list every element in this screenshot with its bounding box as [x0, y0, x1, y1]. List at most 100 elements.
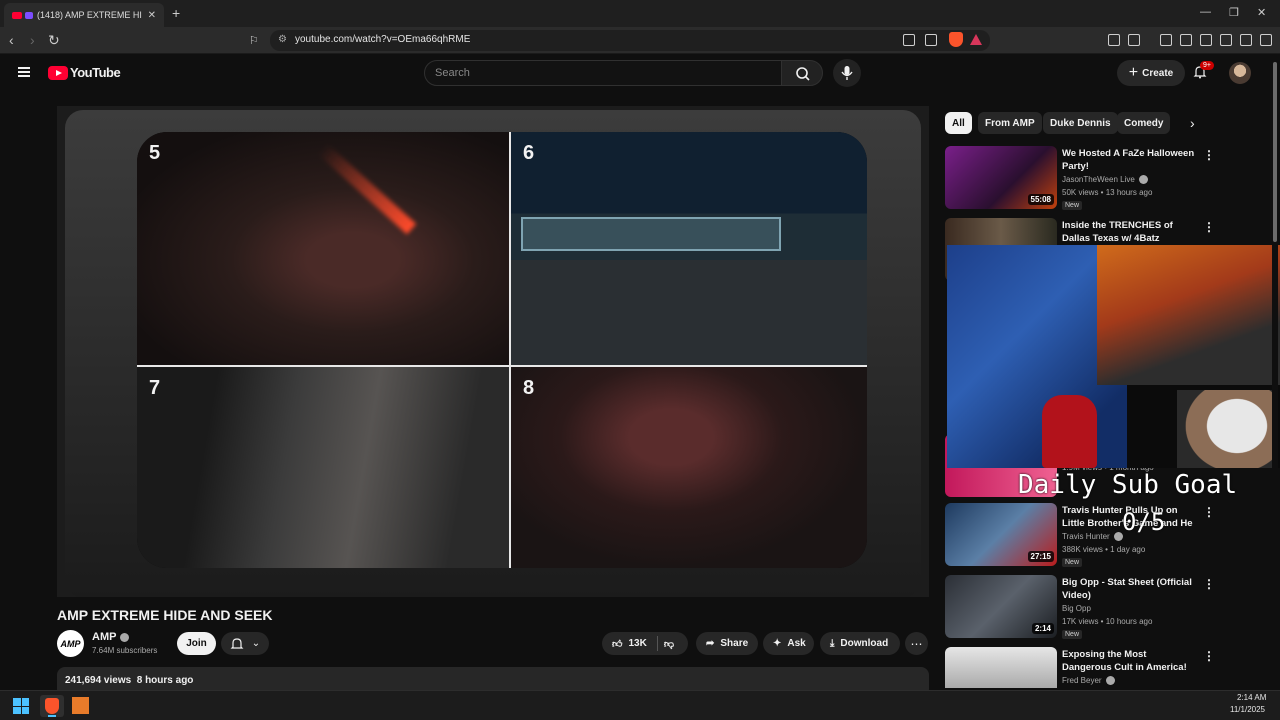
- thumbs-up-icon[interactable]: 👍︎: [612, 638, 622, 650]
- chip-all[interactable]: All: [945, 112, 972, 134]
- recommended-channel[interactable]: Fred Beyer: [1062, 676, 1115, 686]
- site-info-icon[interactable]: ⚙: [278, 34, 287, 45]
- tab-title: (1418) AMP EXTREME HIDE A: [37, 10, 142, 20]
- kebab-menu-icon[interactable]: ⋮: [1203, 505, 1215, 519]
- video-thumbnail[interactable]: 27:15: [945, 503, 1057, 566]
- reload-icon[interactable]: ↻: [48, 32, 60, 49]
- youtube-logo[interactable]: YouTube: [48, 65, 121, 80]
- share-page-icon[interactable]: [925, 34, 937, 46]
- microphone-icon: [841, 66, 853, 80]
- chevron-right-icon[interactable]: ›: [1190, 115, 1195, 131]
- chip-comedy[interactable]: Comedy: [1117, 112, 1171, 134]
- like-dislike-group[interactable]: 👍︎ 13K 👎︎: [602, 632, 688, 655]
- channel-name[interactable]: AMP: [92, 631, 130, 643]
- browser-tab[interactable]: (1418) AMP EXTREME HIDE A ✕: [4, 3, 164, 27]
- taskbar-app-icon[interactable]: [72, 697, 89, 714]
- overlay-artwork: [1097, 245, 1280, 385]
- window-close-button[interactable]: ✕: [1257, 6, 1266, 19]
- recommended-channel-text[interactable]: Travis Hunter: [1062, 532, 1110, 541]
- subscribed-notifications-button[interactable]: ⌄: [221, 632, 269, 655]
- plus-icon: +: [1128, 64, 1139, 81]
- video-thumbnail[interactable]: [945, 647, 1057, 688]
- recommended-channel[interactable]: JasonTheWeen Live: [1062, 175, 1148, 185]
- clock-date[interactable]: 11/1/2025: [1230, 705, 1265, 714]
- recommended-channel[interactable]: Travis Hunter: [1062, 532, 1123, 542]
- recommended-video[interactable]: 55:08 We Hosted A FaZe Halloween Party! …: [945, 146, 1265, 210]
- video-title: AMP EXTREME HIDE AND SEEK: [57, 607, 273, 623]
- bookmark-icon[interactable]: ⚐: [249, 34, 259, 47]
- create-button[interactable]: + Create: [1117, 60, 1185, 86]
- screenshot-icon[interactable]: [1128, 34, 1140, 46]
- download-button[interactable]: ⤓ Download: [820, 632, 900, 655]
- more-actions-button[interactable]: ⋯: [905, 632, 928, 655]
- video-thumbnail[interactable]: 55:08: [945, 146, 1057, 209]
- new-tab-button[interactable]: +: [172, 5, 180, 21]
- search-box[interactable]: [424, 60, 782, 86]
- cast-icon[interactable]: [903, 34, 915, 46]
- kebab-menu-icon[interactable]: ⋮: [1203, 148, 1215, 162]
- recommended-title[interactable]: Big Opp - Stat Sheet (Official Video): [1062, 576, 1196, 602]
- address-bar[interactable]: ⚙ youtube.com/watch?v=OEma66qhRME: [270, 30, 990, 51]
- recommended-title[interactable]: Exposing the Most Dangerous Cult in Amer…: [1062, 648, 1196, 674]
- recommended-video[interactable]: 2:14 Big Opp - Stat Sheet (Official Vide…: [945, 575, 1265, 639]
- like-count[interactable]: 13K: [628, 638, 646, 649]
- search-input[interactable]: [425, 61, 781, 85]
- account-avatar[interactable]: [1229, 62, 1251, 84]
- sidebar-icon[interactable]: [1180, 34, 1192, 46]
- youtube-favicon-icon: [12, 11, 22, 19]
- youtube-logo-text: YouTube: [70, 65, 121, 80]
- video-duration: 2:14: [1031, 623, 1054, 634]
- minimize-button[interactable]: —: [1200, 6, 1211, 18]
- recommended-video[interactable]: 27:15 Travis Hunter Pulls Up on Little B…: [945, 503, 1265, 567]
- channel-name-text[interactable]: AMP: [92, 631, 116, 643]
- recommended-title[interactable]: Inside the TRENCHES of Dallas Texas w/ 4…: [1062, 219, 1196, 245]
- share-button[interactable]: ➦ Share: [696, 632, 758, 655]
- share-label: Share: [720, 638, 749, 649]
- active-indicator: [48, 715, 56, 717]
- youtube-play-icon: [48, 65, 68, 80]
- url-text[interactable]: youtube.com/watch?v=OEma66qhRME: [295, 34, 470, 45]
- hamburger-menu-icon[interactable]: [18, 67, 30, 77]
- video-thumbnail[interactable]: 2:14: [945, 575, 1057, 638]
- sparkle-icon: ✦: [773, 638, 782, 649]
- media-icon[interactable]: [1160, 34, 1172, 46]
- verified-icon: [1105, 676, 1115, 686]
- camera-feed: 7: [137, 367, 509, 568]
- chip-from-amp[interactable]: From AMP: [978, 112, 1042, 134]
- extensions-icon[interactable]: [1108, 34, 1120, 46]
- brave-rewards-icon[interactable]: [970, 34, 982, 45]
- search-button[interactable]: [781, 60, 823, 86]
- forward-icon[interactable]: ›: [30, 32, 35, 48]
- recommended-video[interactable]: Exposing the Most Dangerous Cult in Amer…: [945, 647, 1265, 688]
- back-icon[interactable]: ‹: [9, 32, 14, 48]
- chip-duke-dennis[interactable]: Duke Dennis: [1043, 112, 1118, 134]
- tab-close-icon[interactable]: ✕: [148, 10, 156, 21]
- video-player[interactable]: 5 6 7 8: [57, 106, 929, 597]
- restore-button[interactable]: ❐: [1229, 6, 1239, 19]
- ask-button[interactable]: ✦ Ask: [763, 632, 814, 655]
- clock-time[interactable]: 2:14 AM: [1237, 693, 1266, 702]
- thumbs-down-icon[interactable]: 👎︎: [664, 638, 674, 650]
- kebab-menu-icon[interactable]: ⋮: [1203, 220, 1215, 234]
- page-scrollbar[interactable]: [1273, 62, 1277, 242]
- kebab-menu-icon[interactable]: ⋮: [1203, 649, 1215, 663]
- leo-ai-icon[interactable]: [1220, 34, 1232, 46]
- taskbar-brave-button[interactable]: [40, 695, 64, 717]
- browser-tab-bar: (1418) AMP EXTREME HIDE A ✕ + — ❐ ✕: [0, 0, 1280, 27]
- verified-icon: [1138, 175, 1148, 185]
- brave-shields-icon[interactable]: [949, 32, 963, 47]
- recommended-channel-text[interactable]: Fred Beyer: [1062, 676, 1102, 685]
- recommended-channel[interactable]: Big Opp: [1062, 604, 1091, 613]
- vpn-icon[interactable]: [1240, 34, 1252, 46]
- channel-avatar[interactable]: AMP: [57, 630, 84, 657]
- kebab-menu-icon[interactable]: ⋮: [1203, 577, 1215, 591]
- voice-search-button[interactable]: [833, 59, 861, 87]
- recommended-channel-text[interactable]: JasonTheWeen Live: [1062, 175, 1135, 184]
- recommended-title[interactable]: We Hosted A FaZe Halloween Party!: [1062, 147, 1196, 173]
- windows-taskbar: [0, 690, 1280, 720]
- browser-menu-icon[interactable]: [1260, 34, 1272, 46]
- windows-start-icon[interactable]: [13, 698, 29, 714]
- wallet-icon[interactable]: [1200, 34, 1212, 46]
- join-button[interactable]: Join: [177, 632, 216, 655]
- camera-number: 5: [149, 142, 161, 164]
